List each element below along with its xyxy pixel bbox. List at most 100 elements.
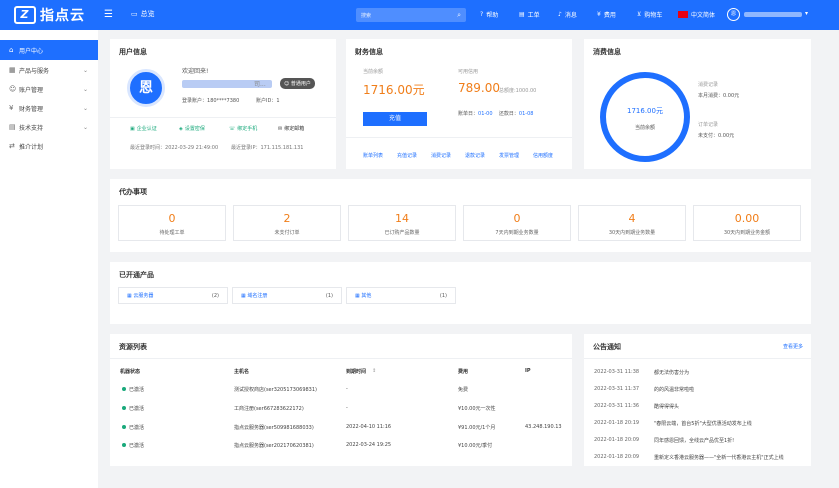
link-consume-records[interactable]: 消费记录 [431, 152, 451, 159]
avatar[interactable]: 恩 [727, 8, 740, 21]
link-bind-phone[interactable]: ☏ 绑定手机 [229, 125, 257, 133]
notice-title[interactable]: 同年感恩回馈，全线云产品优至1折! [654, 437, 734, 444]
product-item[interactable]: ▦ 其他 (1) [346, 287, 456, 304]
row-fee: 免费 [458, 387, 469, 393]
link-enterprise-auth[interactable]: ▣ 企业认证 [130, 125, 157, 133]
row-host[interactable]: 工商注册(ser667283622172) [234, 405, 304, 412]
nav-help-label: 帮助 [486, 12, 499, 19]
nav-cart[interactable]: ⊻ 购物车 [637, 10, 662, 19]
search-icon[interactable]: ⌕ [457, 11, 461, 20]
nav-cart-label: 购物车 [644, 12, 663, 19]
consume-records-label[interactable]: 消费记录 [698, 81, 718, 88]
nav-language[interactable]: 中文简体 [678, 10, 715, 19]
grid-icon: ▦ [9, 66, 16, 74]
console-label: 总览 [140, 10, 155, 18]
link-bind-email[interactable]: ✉ 绑定邮箱 [278, 125, 305, 133]
sidebar-item-account[interactable]: ☺ 账户管理 ⌄ [0, 79, 98, 99]
todo-item[interactable]: 0.00 30天内到期业务金额 [693, 205, 801, 241]
user-id: 账户ID：1 [256, 97, 280, 104]
link-credit[interactable]: 信用额度 [533, 152, 553, 159]
order-records-label[interactable]: 订单记录 [698, 121, 718, 128]
nav-ticket[interactable]: ▤ 工单 [519, 10, 540, 19]
sidebar-item-support[interactable]: ▤ 技术支持 ⌄ [0, 117, 98, 137]
flag-icon [678, 11, 688, 18]
link-label: 绑定邮箱 [284, 126, 305, 132]
column-header: 主机名 [234, 369, 250, 375]
product-label: 云服务器 [133, 293, 154, 299]
todo-item[interactable]: 14 已订购产品数量 [348, 205, 456, 241]
todo-item[interactable]: 2 未支付订单 [233, 205, 341, 241]
search-input[interactable]: 搜索 ⌕ [356, 8, 466, 22]
logo-icon: Z [14, 6, 36, 24]
sidebar-item-label: 技术支持 [19, 124, 44, 132]
sidebar-item-user-center[interactable]: ⌂ 用户中心 [0, 40, 98, 60]
divider [346, 137, 572, 138]
notice-date: 2022-01-18 20:09 [594, 437, 640, 443]
link-recharge-records[interactable]: 充值记录 [397, 152, 417, 159]
username-redacted[interactable] [744, 12, 802, 17]
sidebar-item-referral[interactable]: ⇄ 推介计划 [0, 136, 98, 156]
avatar[interactable]: 恩 [127, 69, 165, 107]
product-item[interactable]: ▦ 云服务器 (2) [118, 287, 228, 304]
todo-item[interactable]: 4 30天内到期业务数量 [578, 205, 686, 241]
recharge-button[interactable]: 充值 [363, 112, 427, 126]
sidebar-item-label: 账户管理 [19, 86, 44, 94]
column-header[interactable]: 到期时间 [346, 368, 366, 375]
row-status: 已激活 [122, 442, 144, 449]
monitor-icon: ▭ [131, 10, 138, 18]
card-title: 代办事项 [119, 188, 147, 196]
product-count: (1) [439, 292, 447, 299]
nav-messages-label: 消息 [564, 12, 577, 19]
row-fee: ¥91.00元/1个月 [458, 425, 496, 431]
sidebar-item-products[interactable]: ▦ 产品与服务 ⌄ [0, 60, 98, 80]
link-bill-list[interactable]: 账单列表 [363, 152, 383, 159]
todo-label: 未支付订单 [274, 230, 300, 236]
notice-title[interactable]: "春限云端，首台5折"大型优惠活动发布上线 [654, 420, 752, 427]
todo-item[interactable]: 0 7天内到期业务数量 [463, 205, 571, 241]
sidebar-item-label: 财务管理 [19, 105, 44, 113]
notice-title[interactable]: 的的风温非常啦啦 [654, 386, 694, 393]
row-host[interactable]: 测试授权商店(ser3205173069831) [234, 386, 317, 393]
id-card-icon: ▣ [130, 125, 135, 132]
product-item[interactable]: ▦ 域名注册 (1) [232, 287, 342, 304]
product-count: (1) [325, 292, 333, 299]
link-security[interactable]: ◈ 设置密保 [179, 125, 205, 133]
card-title: 已开通产品 [119, 271, 154, 279]
nav-fees[interactable]: ¥ 费用 [597, 10, 616, 19]
nav-help[interactable]: ? 帮助 [480, 10, 498, 19]
notice-title[interactable]: 重新定义香港云服务器——"全新一代香港云主机"正式上线 [654, 454, 784, 461]
row-expire: 2022-04-10 11:16 [346, 424, 392, 430]
sidebar-item-label: 用户中心 [19, 47, 44, 55]
chevron-down-icon[interactable]: ▾ [805, 10, 808, 17]
status-text: 已激活 [129, 406, 145, 412]
status-dot-icon [122, 425, 126, 429]
notice-title[interactable]: 都无法伤害分为 [654, 369, 689, 376]
todo-item[interactable]: 0 待处理工单 [118, 205, 226, 241]
row-ip: 43.248.190.13 [525, 424, 562, 430]
menu-toggle-icon[interactable]: ☰ [104, 9, 113, 20]
sidebar-item-finance[interactable]: ¥ 财务管理 ⌄ [0, 98, 98, 118]
user-info-card: 用户信息 恩 欢迎回来! 司... ☺ 普通用户 登录账户：180****738… [110, 39, 336, 169]
view-more-link[interactable]: 查看更多 [783, 343, 803, 350]
notice-date: 2022-03-31 11:38 [594, 369, 640, 375]
logo[interactable]: Z 指点云 [14, 5, 85, 25]
sort-icon[interactable]: ↕ [372, 368, 376, 374]
sidebar-item-label: 产品与服务 [19, 67, 50, 75]
product-label: 域名注册 [247, 293, 268, 299]
user-id-label: 账户ID： [256, 98, 277, 104]
console-link[interactable]: ▭ 总览 [131, 9, 155, 19]
product-label: 其他 [361, 293, 372, 299]
money-icon: ¥ [9, 104, 14, 112]
todo-count: 4 [628, 212, 636, 225]
nav-messages[interactable]: ♪ 消息 [558, 10, 577, 19]
link-refund-records[interactable]: 退款记录 [465, 152, 485, 159]
welcome-text: 欢迎回来! [182, 68, 209, 75]
badge-label: 普通用户 [290, 81, 311, 87]
link-invoice[interactable]: 发票管理 [499, 152, 519, 159]
todo-count: 0 [513, 212, 521, 225]
nav-ticket-label: 工单 [527, 12, 540, 19]
row-host[interactable]: 指点云服务器(ser509981688033) [234, 424, 314, 431]
notice-title[interactable]: 酷得得得头 [654, 403, 679, 410]
todo-count: 0 [168, 212, 176, 225]
row-host[interactable]: 指点云服务器(ser202170620381) [234, 442, 314, 449]
